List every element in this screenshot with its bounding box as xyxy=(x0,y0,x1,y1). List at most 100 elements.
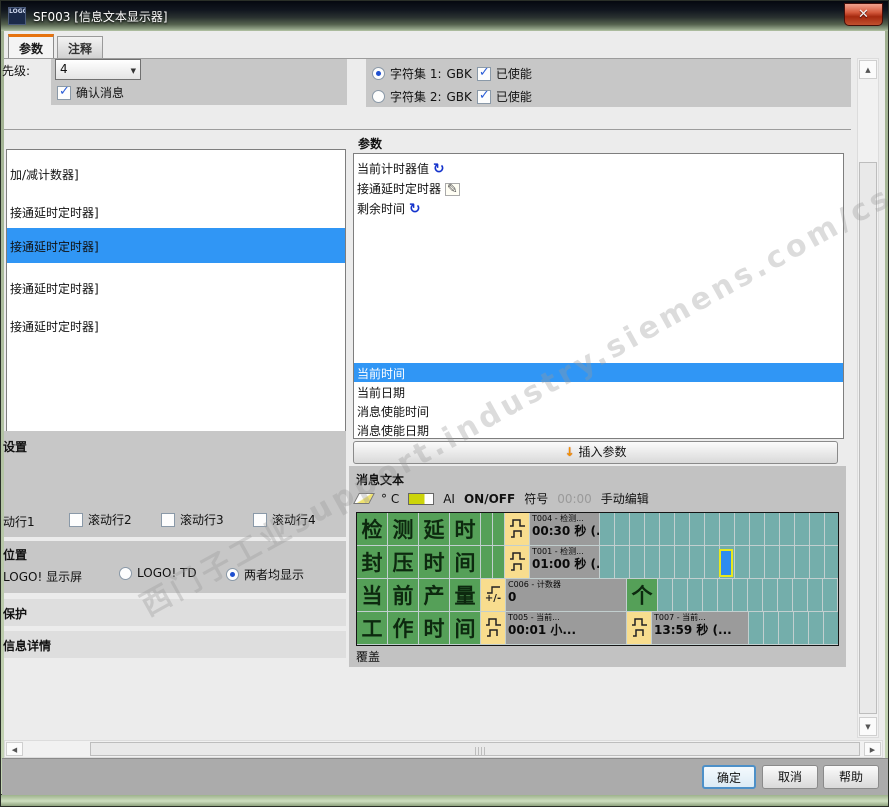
time-tool[interactable]: 00:00 xyxy=(557,492,592,506)
param-block[interactable]: T005 - 当前... 00:01 小... xyxy=(506,612,627,644)
scrollrow2-checkbox[interactable] xyxy=(69,512,83,527)
char-cell[interactable]: 检 xyxy=(357,513,388,545)
title-bar[interactable]: LOGO SF003 [信息文本显示器] xyxy=(1,1,888,31)
param-block[interactable]: T001 - 检测... 01:00 秒 (... xyxy=(530,546,600,578)
scroll-down-icon[interactable]: ▼ xyxy=(859,717,877,736)
insert-parameter-button[interactable]: ↓ 插入参数 xyxy=(353,441,838,464)
char-cell[interactable]: 测 xyxy=(388,513,419,545)
empty-grid-area[interactable] xyxy=(749,612,838,644)
char-cell[interactable]: 工 xyxy=(357,612,388,644)
char-cell[interactable]: 间 xyxy=(450,546,481,578)
param-item[interactable]: 剩余时间 ↻ xyxy=(354,198,843,219)
grid-row: 检 测 延 时 T004 - 检测... 00:30 秒 (... xyxy=(357,513,838,546)
char-cell[interactable]: 间 xyxy=(450,612,481,644)
scrollrow3: 滚动行3 xyxy=(161,511,224,528)
empty-cell[interactable] xyxy=(481,546,493,578)
symbol-tool[interactable]: 符号 xyxy=(524,490,548,507)
chevron-down-icon: ▼ xyxy=(130,67,136,75)
message-grid[interactable]: 检 测 延 时 T004 - 检测... 00:30 秒 (... xyxy=(356,512,839,646)
param-option[interactable]: 消息使能日期 xyxy=(354,420,843,441)
scroll-left-icon[interactable]: ◀ xyxy=(6,742,23,756)
list-item[interactable]: 加/减计数器] xyxy=(7,164,345,185)
pulse-icon xyxy=(485,618,501,637)
charset1-row: 字符集 1: GBK 已使能 xyxy=(372,65,532,82)
param-option-selected[interactable]: 当前时间 xyxy=(354,363,843,382)
bargraph-icon[interactable] xyxy=(408,492,435,505)
char-cell[interactable]: 延 xyxy=(419,513,450,545)
char-cell[interactable]: 压 xyxy=(388,546,419,578)
pulse-icon xyxy=(509,519,525,538)
eraser-icon[interactable] xyxy=(353,493,375,504)
tab-comments[interactable]: 注释 xyxy=(57,36,104,58)
scroll-up-icon[interactable]: ▲ xyxy=(859,60,877,79)
empty-cell[interactable] xyxy=(481,513,493,545)
char-cell[interactable]: 前 xyxy=(388,579,419,611)
dialog-window: LOGO SF003 [信息文本显示器] ✕ 参数 注释 先级: 4 ▼ 确认消… xyxy=(0,0,889,807)
param-option[interactable]: 当前日期 xyxy=(354,382,843,403)
char-cell[interactable]: 个 xyxy=(627,579,658,611)
position-opt3-radio[interactable] xyxy=(226,568,239,581)
position-opt1-label[interactable]: LOGO! 显示屏 xyxy=(3,568,82,585)
param-block[interactable]: T004 - 检测... 00:30 秒 (... xyxy=(530,513,600,545)
horizontal-scroll-thumb[interactable] xyxy=(90,742,860,756)
char-cell[interactable]: 时 xyxy=(450,513,481,545)
ok-button[interactable]: 确定 xyxy=(702,765,756,789)
cancel-button[interactable]: 取消 xyxy=(762,765,818,789)
help-button[interactable]: 帮助 xyxy=(823,765,879,789)
empty-cell[interactable] xyxy=(493,546,505,578)
char-cell[interactable]: 当 xyxy=(357,579,388,611)
charset2-enable-checkbox[interactable] xyxy=(476,88,491,104)
protection-band xyxy=(4,599,346,626)
close-button[interactable]: ✕ xyxy=(844,3,883,26)
tab-parameters[interactable]: 参数 xyxy=(8,34,55,58)
char-cell[interactable]: 作 xyxy=(388,612,419,644)
window-title: SF003 [信息文本显示器] xyxy=(33,10,168,24)
degree-c-tool[interactable]: ° C xyxy=(381,492,399,506)
list-item[interactable]: 接通延时定时器] xyxy=(7,202,345,223)
charset2-radio[interactable] xyxy=(372,90,385,103)
param-block[interactable]: T007 - 当前... 13:59 秒 (... xyxy=(652,612,749,644)
ack-checkbox[interactable] xyxy=(57,84,71,100)
position-opt2-radio[interactable] xyxy=(119,566,132,580)
list-item[interactable]: 接通延时定时器] xyxy=(7,316,345,337)
param-block[interactable]: C006 - 计数器 0 xyxy=(506,579,627,611)
horizontal-scrollbar[interactable]: ◀ ▶ xyxy=(4,740,883,758)
char-cell[interactable]: 封 xyxy=(357,546,388,578)
charset2-enable-label: 已使能 xyxy=(495,90,532,104)
vertical-scroll-thumb[interactable] xyxy=(859,162,877,714)
message-text-title: 消息文本 xyxy=(356,473,405,487)
logo-app-icon: LOGO xyxy=(8,7,26,25)
counter-icon-cell[interactable]: +/- xyxy=(481,579,506,611)
scroll-right-icon[interactable]: ▶ xyxy=(864,742,881,756)
char-cell[interactable]: 时 xyxy=(419,546,450,578)
empty-grid-area[interactable] xyxy=(600,513,838,545)
position-opt2: LOGO! TD xyxy=(119,566,197,580)
charset1-enable-checkbox[interactable] xyxy=(476,65,491,81)
timer-icon-cell[interactable] xyxy=(505,513,530,545)
ai-tool[interactable]: AI xyxy=(443,492,455,506)
vertical-scrollbar[interactable]: ▲ ▼ xyxy=(857,58,879,738)
timer-icon-cell[interactable] xyxy=(505,546,530,578)
empty-cell[interactable] xyxy=(493,513,505,545)
timer-icon-cell[interactable] xyxy=(481,612,506,644)
charset1-radio[interactable] xyxy=(372,67,385,80)
block-list[interactable]: 加/减计数器] 接通延时定时器] 接通延时定时器] 接通延时定时器] 接通延时定… xyxy=(6,149,346,433)
frame-right-edge xyxy=(885,31,888,794)
param-item[interactable]: 当前计时器值 ↻ xyxy=(354,158,843,179)
timer-icon-cell[interactable] xyxy=(627,612,652,644)
param-option[interactable]: 消息使能时间 xyxy=(354,401,843,422)
char-cell[interactable]: 产 xyxy=(419,579,450,611)
priority-dropdown[interactable]: 4 ▼ xyxy=(55,59,141,80)
param-item[interactable]: 接通延时定时器 ✎ xyxy=(354,178,843,199)
params-list[interactable]: 当前计时器值 ↻ 接通延时定时器 ✎ 剩余时间 ↻ 当前时间 当前日期 消息使能… xyxy=(353,153,844,439)
text-cursor[interactable] xyxy=(719,549,733,577)
list-item-selected[interactable]: 接通延时定时器] xyxy=(7,228,345,263)
char-cell[interactable]: 量 xyxy=(450,579,481,611)
manual-edit-tool[interactable]: 手动编辑 xyxy=(601,490,649,507)
list-item[interactable]: 接通延时定时器] xyxy=(7,278,345,299)
scrollrow3-checkbox[interactable] xyxy=(161,512,175,527)
onoff-tool[interactable]: ON/OFF xyxy=(464,492,515,506)
scrollrow4-checkbox[interactable] xyxy=(253,512,267,527)
char-cell[interactable]: 时 xyxy=(419,612,450,644)
empty-grid-area[interactable] xyxy=(658,579,838,611)
